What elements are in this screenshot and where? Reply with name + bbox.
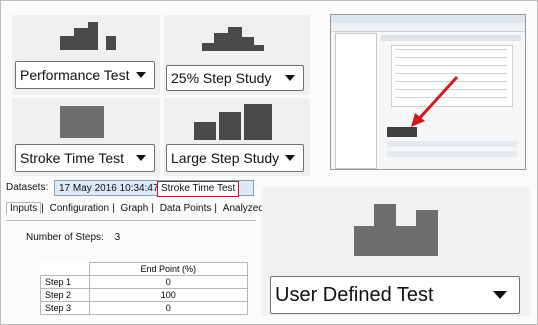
chevron-down-icon xyxy=(285,75,295,81)
tab-inputs[interactable]: Inputs xyxy=(6,202,42,214)
tab-analyzed[interactable]: Analyzed xyxy=(220,203,267,214)
user-defined-tile[interactable]: User Defined Test xyxy=(262,186,530,316)
stroke-time-select[interactable]: Stroke Time Test xyxy=(15,144,155,172)
step-value[interactable]: 100 xyxy=(88,288,248,302)
step-25-select[interactable]: 25% Step Study xyxy=(166,65,304,91)
table-header-row: End Point (%) xyxy=(41,262,248,276)
dataset-name: Stroke Time Test xyxy=(157,181,240,197)
large-step-label: Large Step Study xyxy=(171,150,280,166)
chevron-down-icon xyxy=(136,72,146,78)
step-value[interactable]: 0 xyxy=(88,275,248,289)
chevron-down-icon xyxy=(493,291,507,299)
performance-test-select[interactable]: Performance Test xyxy=(15,61,155,89)
step-25-tile[interactable]: 25% Step Study xyxy=(164,15,310,95)
datasets-label: Datasets: xyxy=(6,182,49,193)
user-defined-icon xyxy=(354,204,438,256)
step-label: Step 2 xyxy=(40,288,90,302)
datasets-row: Datasets: 17 May 2016 10:34:47 Stroke Ti… xyxy=(6,180,306,197)
dataset-date: 17 May 2016 10:34:47 xyxy=(59,183,159,194)
step-25-label: 25% Step Study xyxy=(171,70,272,86)
number-of-steps: Number of Steps: 3 xyxy=(26,232,120,243)
user-defined-select[interactable]: User Defined Test xyxy=(270,276,520,314)
tab-data-points[interactable]: Data Points xyxy=(157,203,215,214)
stroke-time-icon xyxy=(60,106,104,138)
user-defined-label: User Defined Test xyxy=(275,283,434,306)
table-row: Step 2 100 xyxy=(40,288,248,302)
step-label: Step 3 xyxy=(40,301,90,315)
performance-test-icon xyxy=(60,20,116,50)
arrow-icon xyxy=(411,75,459,127)
table-header: End Point (%) xyxy=(88,262,248,276)
large-step-tile[interactable]: Large Step Study xyxy=(164,98,310,176)
table-row: Step 3 0 xyxy=(40,301,248,315)
software-screenshot-thumbnail xyxy=(330,14,526,170)
performance-test-tile[interactable]: Performance Test xyxy=(12,15,160,95)
tab-strip: Inputs | Configuration | Graph | Data Point… xyxy=(6,202,283,221)
dataset-select[interactable]: 17 May 2016 10:34:47 Stroke Time Test xyxy=(54,180,254,197)
step-value[interactable]: 0 xyxy=(88,301,248,315)
tab-configuration[interactable]: Configuration xyxy=(47,203,112,214)
large-step-icon xyxy=(194,104,274,140)
chevron-down-icon xyxy=(285,155,295,161)
chevron-down-icon xyxy=(136,155,146,161)
steps-table: End Point (%) Step 1 0 Step 2 100 Step 3… xyxy=(40,262,248,315)
step-label: Step 1 xyxy=(40,275,90,289)
number-of-steps-label: Number of Steps: xyxy=(26,232,104,243)
performance-test-label: Performance Test xyxy=(20,67,130,83)
number-of-steps-value[interactable]: 3 xyxy=(115,232,121,243)
stroke-time-tile[interactable]: Stroke Time Test xyxy=(12,98,160,176)
table-row: Step 1 0 xyxy=(40,275,248,289)
tab-graph[interactable]: Graph xyxy=(118,203,152,214)
large-step-select[interactable]: Large Step Study xyxy=(166,144,304,172)
step-25-icon xyxy=(202,23,264,51)
stroke-time-label: Stroke Time Test xyxy=(20,150,125,166)
